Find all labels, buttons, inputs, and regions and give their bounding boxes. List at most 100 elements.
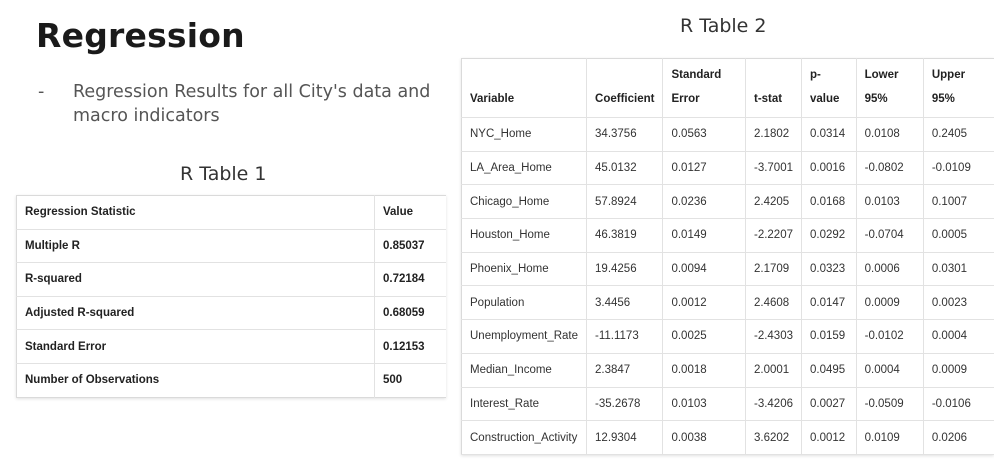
table-cell: 0.0159 [801,319,857,354]
table-cell: 3.6202 [745,420,803,455]
table2-header-t-stat: t-stat [745,58,803,118]
table2-caption: R Table 2 [680,15,767,37]
regression-statistics-table: Regression Statistic Value Multiple R 0.8… [16,195,446,398]
table2-header-lower-95: Lower 95% [856,58,924,118]
table-cell: 0.0016 [801,151,857,186]
table-cell: -3.4206 [745,387,803,422]
table1-header-value: Value [374,195,446,230]
table-row: Median_Income 2.3847 0.0018 2.0001 0.0495 0.0… [461,353,994,388]
table-cell: 0.0495 [801,353,857,388]
table-cell: 2.3847 [586,353,664,388]
table-cell: 0.1007 [923,184,994,220]
table-cell: 0.72184 [374,262,446,297]
table-cell: 0.68059 [374,296,446,331]
table-cell: 0.0168 [801,184,857,220]
table-cell: 0.0012 [801,420,857,455]
table-cell: 0.0206 [923,420,994,455]
table-cell: 2.0001 [745,353,803,388]
row-label-cell: Interest_Rate [461,387,588,422]
table-row: Chicago_Home 57.8924 0.0236 2.4205 0.0168 0.0… [461,184,994,220]
table-cell: 57.8924 [586,184,664,220]
table-cell: 0.0314 [801,117,857,152]
table-cell: 0.0103 [662,387,746,422]
table-cell: 0.0012 [662,285,746,321]
table-row: Houston_Home 46.3819 0.0149 -2.2207 0.0292 -0… [461,218,994,253]
table-cell: 46.3819 [586,218,664,253]
table1-header-statistic: Regression Statistic [16,195,375,230]
table-cell: 0.2405 [923,117,994,152]
table-row: Unemployment_Rate -11.1173 0.0025 -2.4303 0.… [461,319,994,354]
table-cell: 0.0147 [801,285,857,321]
row-label-cell: Number of Observations [16,363,375,398]
row-label-cell: Multiple R [16,229,375,264]
table-cell: 2.1709 [745,252,803,287]
table-cell: 0.0103 [856,184,924,220]
row-label-cell: Unemployment_Rate [461,319,588,354]
bullet-point: - Regression Results for all City's data… [38,80,438,128]
table-cell: -0.0509 [856,387,924,422]
table-cell: 0.0009 [923,353,994,388]
coefficients-table: Variable Coefficient Standard Error t-st… [461,58,994,455]
table-row: Adjusted R-squared 0.68059 [16,296,446,331]
table-cell: 45.0132 [586,151,664,186]
table-cell: -0.0802 [856,151,924,186]
table-row: Number of Observations 500 [16,363,447,398]
table-cell: 0.0323 [801,252,857,287]
table-row: R-squared 0.72184 [16,262,446,297]
table-cell: -35.2678 [586,387,664,422]
table2-header-p-value: p-value [801,58,857,118]
table-row: Construction_Activity 12.9304 0.0038 3.6202… [461,420,994,455]
table-cell: 34.3756 [586,117,664,152]
table1-header-row: Regression Statistic Value [16,195,446,230]
table2-header-variable: Variable [461,58,588,118]
table-row: Interest_Rate -35.2678 0.0103 -3.4206 0.0027… [461,387,994,422]
table-cell: -0.0106 [923,387,994,422]
row-label-cell: R-squared [16,262,375,297]
table-cell: -11.1173 [586,319,664,354]
table-cell: -0.0102 [856,319,924,354]
table-cell: 2.4608 [745,285,803,321]
bullet-text: Regression Results for all City's data a… [73,82,431,126]
table-cell: 0.0027 [801,387,857,422]
table-cell: 0.0127 [662,151,746,186]
table-cell: 0.0006 [856,252,924,287]
table-cell: -0.0109 [923,151,994,186]
table-cell: 0.12153 [374,329,446,364]
table-cell: -3.7001 [745,151,803,186]
table-cell: 0.0094 [662,252,746,287]
table-cell: 500 [383,374,403,387]
table-cell: 0.0023 [923,285,994,321]
table-cell: -2.2207 [745,218,803,253]
row-label-cell: Standard Error [16,329,375,364]
table-cell: 0.0018 [662,353,746,388]
table-cell: 2.1802 [745,117,803,152]
table-cell: -0.0704 [856,218,924,253]
table-cell: 3.4456 [586,285,664,321]
row-label-cell: NYC_Home [461,117,588,152]
table-cell: 0.0009 [856,285,924,321]
table-cell: 0.0004 [856,353,924,388]
table-cell: 19.4256 [586,252,664,287]
row-label-cell: Adjusted R-squared [16,296,375,331]
row-label-cell: Phoenix_Home [461,252,588,287]
row-label-cell: Houston_Home [461,218,588,253]
row-label-cell: Population [461,285,588,321]
table-cell: 0.0292 [801,218,857,253]
table-cell: 0.0038 [662,420,746,455]
table-cell: 0.0149 [662,218,746,253]
table-row: NYC_Home 34.3756 0.0563 2.1802 0.0314 0.0108 0… [461,117,994,152]
table-cell: 2.4205 [745,184,803,220]
table1-caption: R Table 1 [180,163,267,185]
table2-header-standard-error: Standard Error [662,58,746,118]
table-cell: -2.4303 [745,319,803,354]
table2-header-coefficient: Coefficient [586,58,664,118]
table2-header-upper-95: Upper 95% [923,58,994,118]
table-cell: 0.0025 [662,319,746,354]
table-row: LA_Area_Home 45.0132 0.0127 -3.7001 0.0016 -0… [461,151,994,186]
table-cell: 0.0005 [923,218,994,253]
table-row: Population 3.4456 0.0012 2.4608 0.0147 0.0009… [461,285,994,321]
table-row: Multiple R 0.85037 [16,229,446,264]
table-cell: 0.0301 [923,252,994,287]
table2-body: NYC_Home 34.3756 0.0563 2.1802 0.0314 0.0108 0… [461,117,994,455]
table2-header-row: Variable Coefficient Standard Error t-st… [461,58,994,118]
